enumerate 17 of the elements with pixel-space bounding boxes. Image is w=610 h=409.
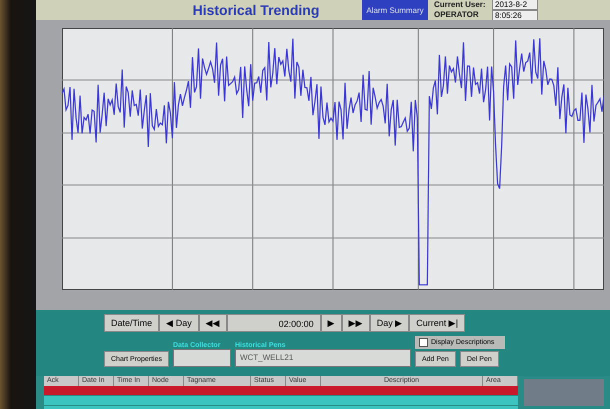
- alarm-row[interactable]: [44, 386, 518, 396]
- alarm-summary-button[interactable]: Alarm Summary: [362, 0, 428, 20]
- navigation-button[interactable]: Date/Time: [104, 314, 160, 332]
- navigation-button[interactable]: Day ▶: [370, 314, 410, 332]
- historical-pens-dropdown[interactable]: WCT_WELL21: [234, 349, 411, 367]
- user-label: Current User:: [434, 0, 486, 10]
- navigation-button[interactable]: ▶▶: [342, 314, 370, 332]
- time-display: 8:05:26: [492, 10, 538, 21]
- navigation-button[interactable]: ◀ Day: [159, 314, 199, 332]
- time-field[interactable]: 02:00:00: [226, 314, 321, 332]
- navigation-button[interactable]: Current ▶|: [409, 314, 466, 332]
- navigation-button[interactable]: ▶: [320, 314, 342, 332]
- user-name: OPERATOR: [434, 10, 480, 20]
- window-title: Historical Trending: [192, 2, 320, 18]
- date-display: 2013-8-2: [492, 0, 538, 10]
- navigation-button[interactable]: ◀◀: [198, 314, 227, 332]
- data-collector-dropdown[interactable]: [172, 349, 231, 367]
